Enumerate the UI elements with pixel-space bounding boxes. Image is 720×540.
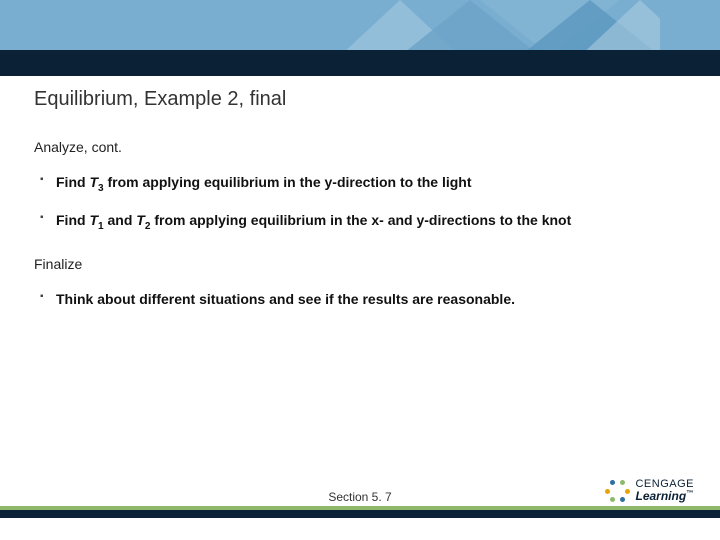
list-item: Find T1 and T2 from applying equilibrium… [34, 203, 686, 241]
footer-bar [0, 510, 720, 518]
text: Find [56, 174, 89, 190]
text: from applying equilibrium in the x- and … [150, 212, 571, 228]
text: Find [56, 212, 89, 228]
var-T: T [89, 212, 98, 228]
text: Think about different situations and see… [56, 291, 515, 307]
text: and [104, 212, 137, 228]
slide: Equilibrium, Example 2, final Analyze, c… [0, 0, 720, 540]
header-band [0, 0, 720, 56]
var-T: T [89, 174, 98, 190]
list-item: Think about different situations and see… [34, 282, 686, 317]
brand-logo: CENGAGE Learning™ [607, 479, 694, 502]
logo-text: CENGAGE Learning™ [635, 479, 694, 502]
logo-mark-icon [607, 480, 629, 502]
slide-title: Equilibrium, Example 2, final [34, 88, 686, 111]
analyze-heading: Analyze, cont. [34, 139, 686, 155]
finalize-list: Think about different situations and see… [34, 282, 686, 317]
finalize-heading: Finalize [34, 256, 686, 272]
var-T: T [136, 212, 145, 228]
header-darkbar [0, 50, 720, 76]
brand-line2: Learning™ [635, 490, 694, 502]
list-item: Find T3 from applying equilibrium in the… [34, 165, 686, 203]
text: from applying equilibrium in the y-direc… [104, 174, 472, 190]
trademark: ™ [686, 490, 693, 497]
analyze-list: Find T3 from applying equilibrium in the… [34, 165, 686, 242]
content-area: Equilibrium, Example 2, final Analyze, c… [34, 88, 686, 323]
